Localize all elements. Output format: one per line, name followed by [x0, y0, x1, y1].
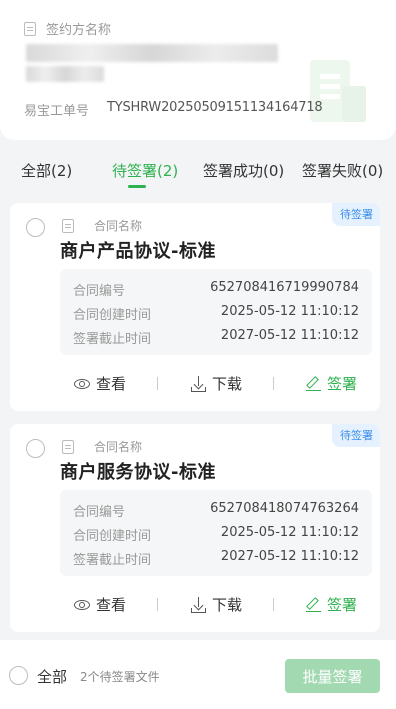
divider	[273, 598, 274, 611]
status-badge: 待签署	[332, 424, 380, 447]
pen-icon	[306, 597, 321, 612]
sign-button[interactable]: 签署	[306, 373, 357, 394]
sign-button[interactable]: 签署	[306, 594, 357, 615]
contract-card: 待签署 合同名称 商户产品协议-标准 合同编号 65270841671999078…	[10, 203, 380, 411]
active-tab-indicator	[128, 185, 146, 188]
info-value: 2027-05-12 11:10:12	[220, 549, 359, 564]
info-value: 652708416719990784	[210, 280, 359, 295]
sign-label: 签署	[327, 375, 358, 393]
contract-name-label: 合同名称	[94, 440, 143, 454]
divider	[157, 598, 158, 611]
card-actions: 查看 下载 签署	[10, 369, 380, 397]
info-key: 签署截止时间	[73, 332, 152, 347]
signer-name-redacted	[26, 44, 278, 62]
info-value: 652708418074763264	[210, 501, 359, 516]
status-badge: 待签署	[332, 203, 380, 226]
info-key: 合同编号	[73, 505, 126, 520]
info-row-contract-no: 合同编号 652708418074763264	[73, 501, 359, 520]
tab-failed[interactable]: 签署失败(0)	[302, 160, 383, 181]
eye-icon	[74, 599, 90, 610]
work-order-value: TYSHRW2025050915113416471​8	[107, 100, 323, 115]
info-value: 2025-05-12 11:10:12	[220, 304, 359, 319]
work-order-row: 易宝工单号 TYSHRW2025050915113416471​8	[24, 100, 323, 119]
download-button[interactable]: 下载	[191, 373, 242, 394]
view-button[interactable]: 查看	[74, 594, 126, 615]
info-row-contract-no: 合同编号 652708416719990784	[73, 280, 359, 299]
tab-all[interactable]: 全部(2)	[21, 160, 72, 181]
work-order-label: 易宝工单号	[24, 104, 90, 119]
tab-pending[interactable]: 待签署(2)	[112, 160, 178, 181]
contract-info-box: 合同编号 652708418074763264 合同创建时间 2025-05-12 …	[60, 490, 372, 576]
download-icon	[191, 596, 206, 613]
pending-count: 2个待签署文件	[80, 670, 160, 684]
contract-card: 待签署 合同名称 商户服务协议-标准 合同编号 65270841807476326…	[10, 424, 380, 632]
signer-name-redacted-2	[26, 66, 104, 82]
info-key: 合同创建时间	[73, 529, 152, 544]
contract-name-row: 合同名称	[62, 438, 142, 455]
download-label: 下载	[212, 596, 243, 614]
sign-label: 签署	[327, 596, 358, 614]
contract-name-row: 合同名称	[62, 217, 142, 234]
contract-title: 商户服务协议-标准	[60, 462, 216, 483]
view-button[interactable]: 查看	[74, 373, 126, 394]
contract-name-label: 合同名称	[94, 219, 143, 233]
document-icon	[62, 439, 74, 454]
signer-name-row: 签约方名称	[24, 19, 111, 38]
info-value: 2025-05-12 11:10:12	[220, 525, 359, 540]
info-row-created: 合同创建时间 2025-05-12 11:10:12	[73, 525, 359, 544]
view-label: 查看	[96, 596, 127, 614]
contract-select-radio[interactable]	[26, 439, 45, 458]
divider	[273, 377, 274, 390]
select-all-label[interactable]: 全部	[37, 666, 67, 687]
info-key: 签署截止时间	[73, 553, 152, 568]
download-label: 下载	[212, 375, 243, 393]
building-watermark-small-icon	[342, 86, 366, 122]
status-tabs: 全部(2) 待签署(2) 签署成功(0) 签署失败(0)	[0, 150, 396, 190]
card-actions: 查看 下载 签署	[10, 590, 380, 618]
pen-icon	[306, 376, 321, 391]
select-all-radio[interactable]	[9, 666, 28, 685]
info-row-created: 合同创建时间 2025-05-12 11:10:12	[73, 304, 359, 323]
info-key: 合同创建时间	[73, 308, 152, 323]
signer-name-label: 签约方名称	[46, 23, 112, 38]
building-doc-icon	[24, 21, 36, 36]
contract-title: 商户产品协议-标准	[60, 241, 216, 262]
batch-sign-button[interactable]: 批量签署	[285, 659, 380, 693]
contract-select-radio[interactable]	[26, 218, 45, 237]
info-key: 合同编号	[73, 284, 126, 299]
divider	[157, 377, 158, 390]
download-button[interactable]: 下载	[191, 594, 242, 615]
download-icon	[191, 375, 206, 392]
eye-icon	[74, 378, 90, 389]
document-icon	[62, 218, 74, 233]
signer-info-card: 签约方名称 易宝工单号 TYSHRW2025050915113416471​8	[0, 0, 396, 140]
info-row-deadline: 签署截止时间 2027-05-12 11:10:12	[73, 328, 359, 347]
info-value: 2027-05-12 11:10:12	[220, 328, 359, 343]
info-row-deadline: 签署截止时间 2027-05-12 11:10:12	[73, 549, 359, 568]
view-label: 查看	[96, 375, 127, 393]
batch-footer: 全部 2个待签署文件 批量签署	[0, 640, 396, 709]
tab-success[interactable]: 签署成功(0)	[203, 160, 284, 181]
contract-info-box: 合同编号 652708416719990784 合同创建时间 2025-05-12 …	[60, 269, 372, 355]
